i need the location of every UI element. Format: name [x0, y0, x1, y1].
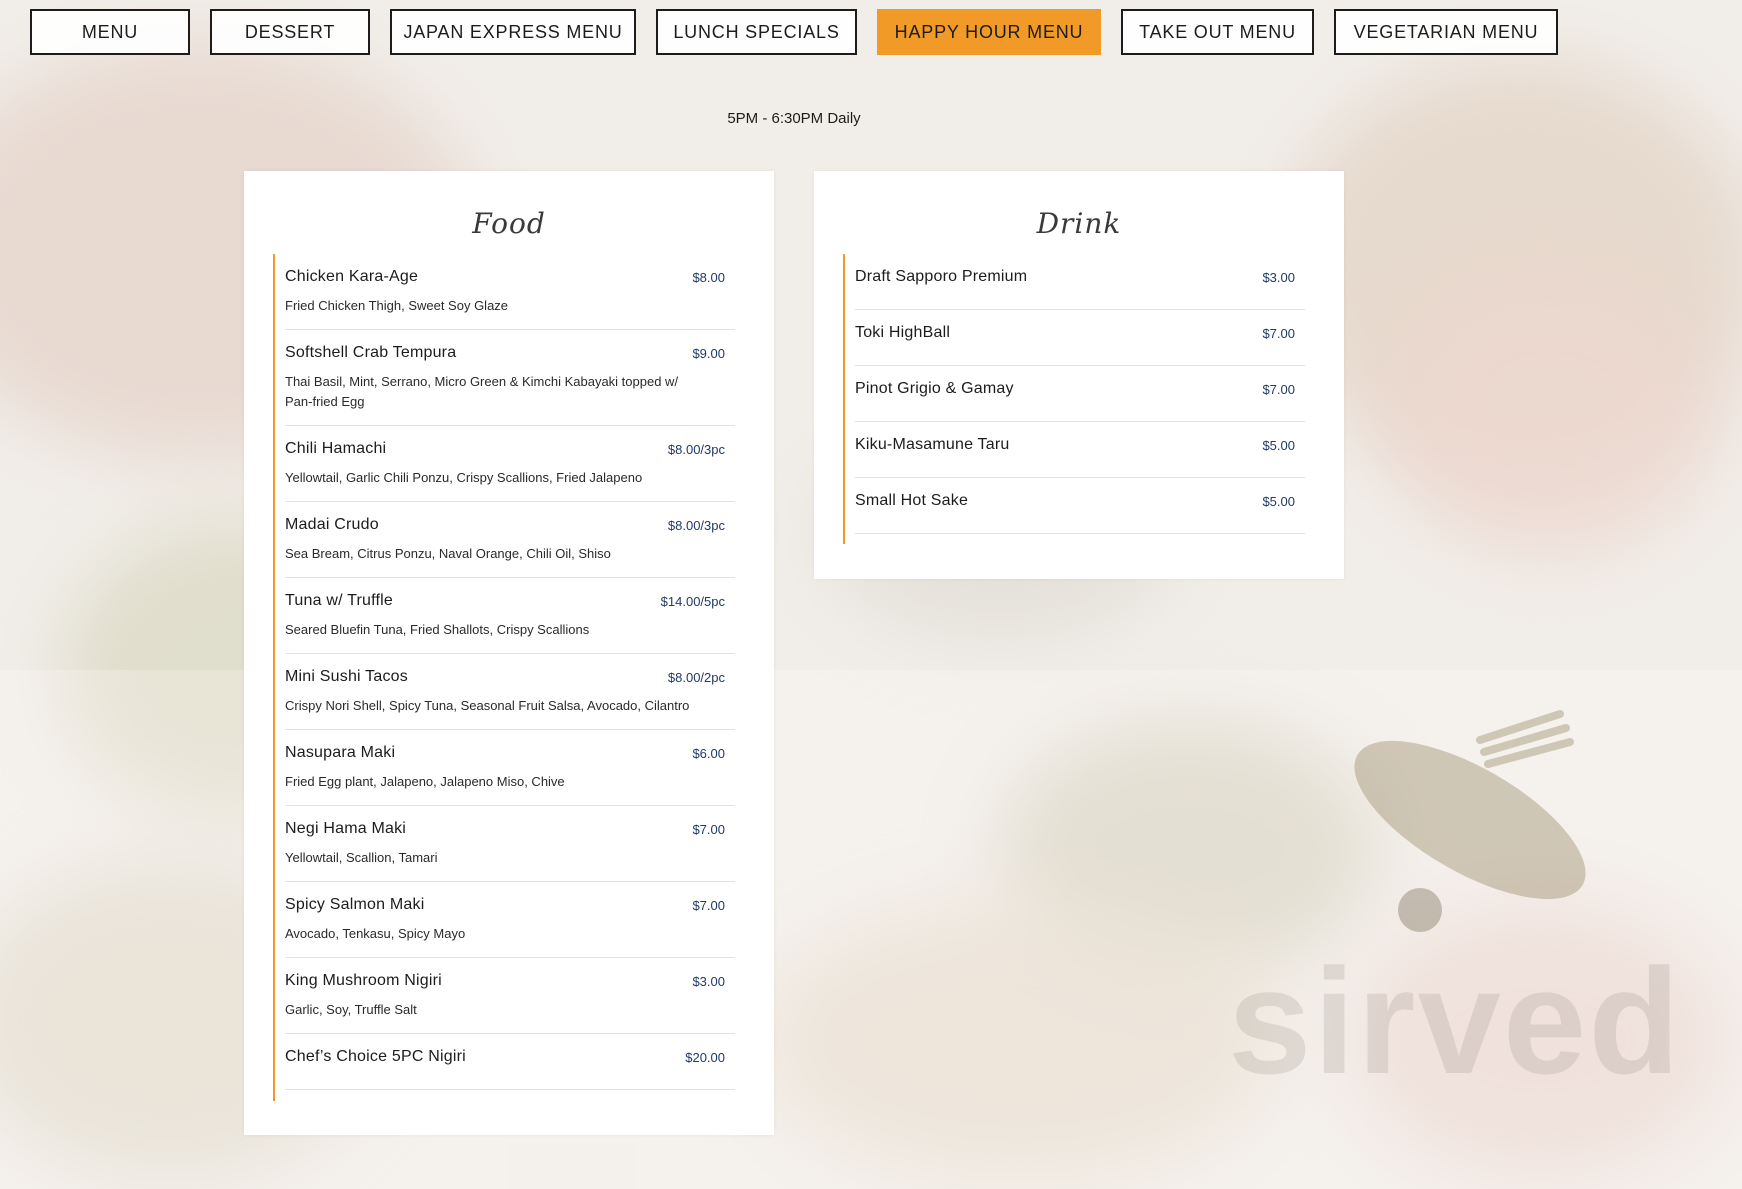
tab-dessert[interactable]: DESSERT	[210, 9, 370, 55]
food-item-tuna-truffle: Tuna w/ Truffle $14.00/5pc Seared Bluefi…	[285, 578, 735, 654]
item-description: Thai Basil, Mint, Serrano, Micro Green &…	[285, 374, 679, 409]
item-name: Spicy Salmon Maki	[285, 896, 425, 913]
item-description: Yellowtail, Scallion, Tamari	[285, 850, 438, 865]
tab-happy-hour-menu[interactable]: HAPPY HOUR MENU	[877, 9, 1101, 55]
drink-item-toki-highball: Toki HighBall $7.00	[855, 310, 1305, 366]
item-name: King Mushroom Nigiri	[285, 972, 442, 989]
food-item-king-mushroom-nigiri: King Mushroom Nigiri $3.00 Garlic, Soy, …	[285, 958, 735, 1034]
item-price: $8.00/3pc	[667, 442, 725, 457]
item-name: Chicken Kara-Age	[285, 268, 419, 285]
item-price: $14.00/5pc	[660, 594, 725, 609]
item-name: Mini Sushi Tacos	[285, 668, 408, 685]
drink-item-kiku-masamune-taru: Kiku-Masamune Taru $5.00	[855, 422, 1305, 478]
item-description: Fried Chicken Thigh, Sweet Soy Glaze	[285, 298, 509, 313]
sirved-watermark: sirved	[1228, 937, 1682, 1105]
item-description: Avocado, Tenkasu, Spicy Mayo	[285, 926, 466, 941]
item-description: Fried Egg plant, Jalapeno, Jalapeno Miso…	[285, 774, 565, 789]
item-description: Sea Bream, Citrus Ponzu, Naval Orange, C…	[285, 546, 611, 561]
food-item-list: Chicken Kara-Age $8.00 Fried Chicken Thi…	[273, 254, 735, 1101]
tab-take-out-menu[interactable]: TAKE OUT MENU	[1121, 9, 1314, 55]
drink-menu-card: Drink Draft Sapporo Premium $3.00 Toki H…	[814, 171, 1344, 579]
item-name: Nasupara Maki	[285, 744, 396, 761]
item-name: Chili Hamachi	[285, 440, 387, 457]
food-menu-card: Food Chicken Kara-Age $8.00 Fried Chicke…	[244, 171, 774, 1135]
item-name: Draft Sapporo Premium	[855, 268, 1028, 285]
happy-hour-times: 5PM - 6:30PM Daily	[727, 110, 861, 127]
item-price: $9.00	[692, 346, 725, 361]
food-section-title: Food	[472, 207, 546, 240]
item-name: Small Hot Sake	[855, 492, 969, 509]
drink-item-pinot-grigio-gamay: Pinot Grigio & Gamay $7.00	[855, 366, 1305, 422]
item-name: Negi Hama Maki	[285, 820, 407, 837]
item-price: $3.00	[1262, 270, 1295, 285]
food-item-spicy-salmon-maki: Spicy Salmon Maki $7.00 Avocado, Tenkasu…	[285, 882, 735, 958]
food-item-chicken-kara-age: Chicken Kara-Age $8.00 Fried Chicken Thi…	[285, 254, 735, 330]
menu-tabs: MENU DESSERT JAPAN EXPRESS MENU LUNCH SP…	[30, 9, 1558, 55]
item-name: Madai Crudo	[285, 516, 379, 533]
item-name: Softshell Crab Tempura	[285, 344, 457, 361]
item-price: $7.00	[692, 898, 725, 913]
item-price: $5.00	[1262, 494, 1295, 509]
item-price: $8.00/3pc	[667, 518, 725, 533]
item-description: Yellowtail, Garlic Chili Ponzu, Crispy S…	[285, 470, 643, 485]
drink-section-title: Drink	[1036, 207, 1122, 240]
food-item-mini-sushi-tacos: Mini Sushi Tacos $8.00/2pc Crispy Nori S…	[285, 654, 735, 730]
item-price: $7.00	[1262, 382, 1295, 397]
item-name: Kiku-Masamune Taru	[855, 436, 1010, 453]
item-price: $7.00	[1262, 326, 1295, 341]
drink-item-draft-sapporo-premium: Draft Sapporo Premium $3.00	[855, 254, 1305, 310]
item-name: Toki HighBall	[855, 324, 951, 341]
tab-japan-express-menu[interactable]: JAPAN EXPRESS MENU	[390, 9, 636, 55]
item-name: Chef’s Choice 5PC Nigiri	[285, 1048, 466, 1065]
food-item-nasupara-maki: Nasupara Maki $6.00 Fried Egg plant, Jal…	[285, 730, 735, 806]
food-item-chili-hamachi: Chili Hamachi $8.00/3pc Yellowtail, Garl…	[285, 426, 735, 502]
item-price: $8.00/2pc	[667, 670, 725, 685]
drink-item-small-hot-sake: Small Hot Sake $5.00	[855, 478, 1305, 534]
item-description: Seared Bluefin Tuna, Fried Shallots, Cri…	[285, 622, 590, 637]
tab-lunch-specials[interactable]: LUNCH SPECIALS	[656, 9, 857, 55]
item-price: $5.00	[1262, 438, 1295, 453]
food-item-softshell-crab-tempura: Softshell Crab Tempura $9.00 Thai Basil,…	[285, 330, 735, 426]
item-price: $3.00	[692, 974, 725, 989]
item-description: Crispy Nori Shell, Spicy Tuna, Seasonal …	[285, 698, 690, 713]
food-item-chefs-choice-nigiri: Chef’s Choice 5PC Nigiri $20.00	[285, 1034, 735, 1090]
item-price: $20.00	[685, 1050, 725, 1065]
drink-item-list: Draft Sapporo Premium $3.00 Toki HighBal…	[843, 254, 1305, 544]
item-description: Garlic, Soy, Truffle Salt	[285, 1002, 417, 1017]
food-item-madai-crudo: Madai Crudo $8.00/3pc Sea Bream, Citrus …	[285, 502, 735, 578]
sirved-logo-icon	[1354, 710, 1586, 932]
item-name: Pinot Grigio & Gamay	[855, 380, 1014, 397]
item-price: $7.00	[692, 822, 725, 837]
tab-vegetarian-menu[interactable]: VEGETARIAN MENU	[1334, 9, 1558, 55]
item-price: $8.00	[692, 270, 725, 285]
tab-menu[interactable]: MENU	[30, 9, 190, 55]
item-price: $6.00	[692, 746, 725, 761]
food-item-negi-hama-maki: Negi Hama Maki $7.00 Yellowtail, Scallio…	[285, 806, 735, 882]
item-name: Tuna w/ Truffle	[285, 592, 393, 609]
